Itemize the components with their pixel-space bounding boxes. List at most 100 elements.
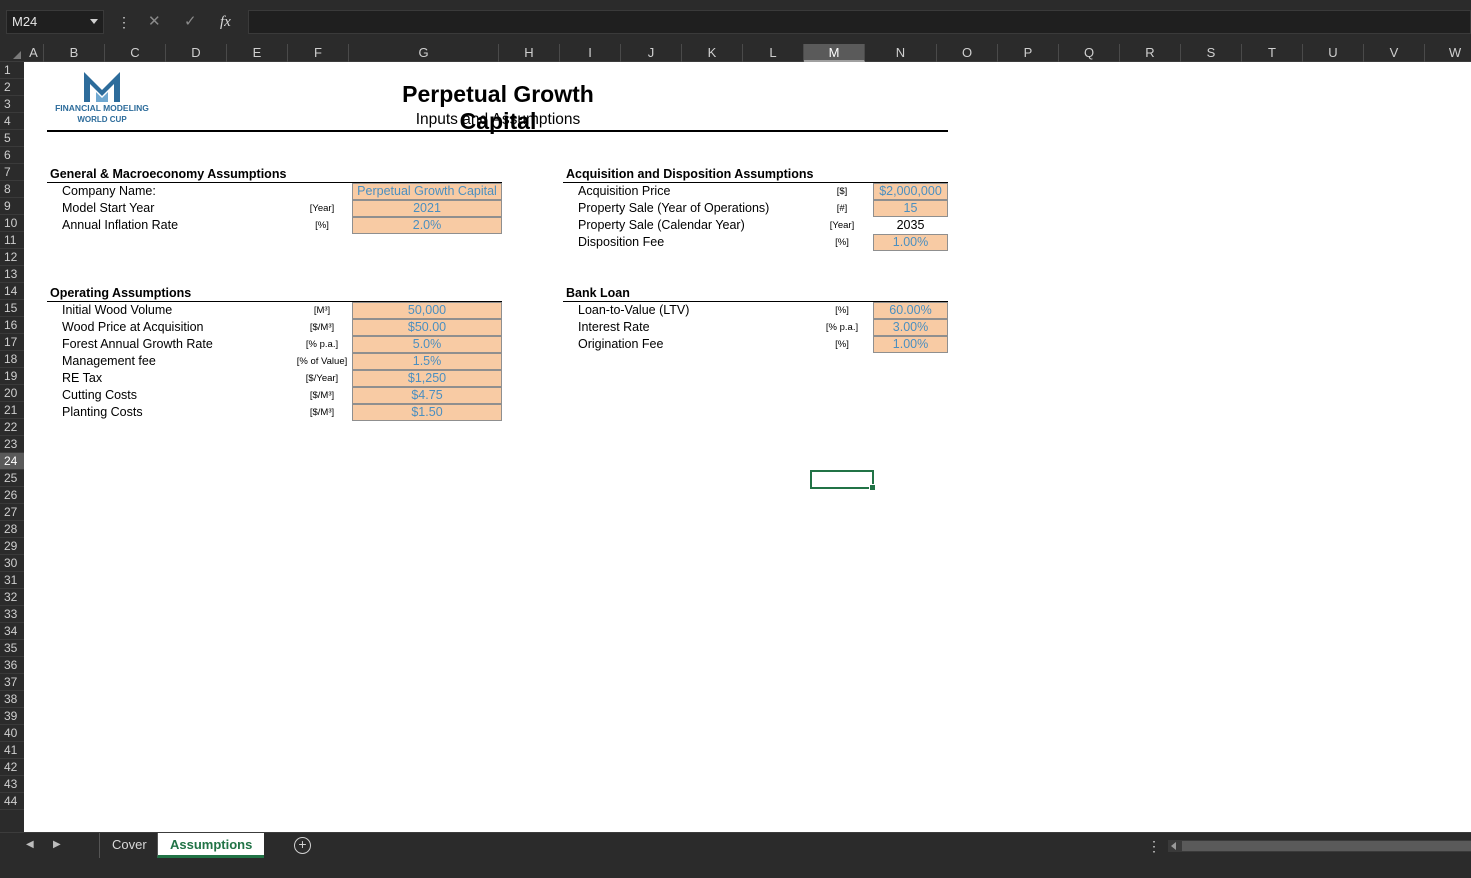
row-header-38[interactable]: 38 [0, 691, 24, 708]
row-header-21[interactable]: 21 [0, 402, 24, 419]
column-header-l[interactable]: L [743, 44, 804, 62]
row-header-14[interactable]: 14 [0, 283, 24, 300]
select-all-corner[interactable] [0, 44, 24, 62]
worksheet-grid[interactable]: FINANCIAL MODELING WORLD CUP Perpetual G… [24, 62, 1471, 832]
column-header-f[interactable]: F [288, 44, 349, 62]
column-header-e[interactable]: E [227, 44, 288, 62]
row-header-26[interactable]: 26 [0, 487, 24, 504]
column-header-p[interactable]: P [998, 44, 1059, 62]
operating-input-cell[interactable]: $1,250 [352, 370, 502, 387]
column-header-k[interactable]: K [682, 44, 743, 62]
column-header-v[interactable]: V [1364, 44, 1425, 62]
row-header-10[interactable]: 10 [0, 215, 24, 232]
bank_loan-input-cell[interactable]: 3.00% [873, 319, 948, 336]
column-header-a[interactable]: A [24, 44, 44, 62]
bank_loan-input-cell[interactable]: 1.00% [873, 336, 948, 353]
general-input-cell[interactable]: 2.0% [352, 217, 502, 234]
row-header-17[interactable]: 17 [0, 334, 24, 351]
row-header-36[interactable]: 36 [0, 657, 24, 674]
row-header-18[interactable]: 18 [0, 351, 24, 368]
row-header-33[interactable]: 33 [0, 606, 24, 623]
row-header-41[interactable]: 41 [0, 742, 24, 759]
operating-input-cell[interactable]: $4.75 [352, 387, 502, 404]
row-header-25[interactable]: 25 [0, 470, 24, 487]
operating-input-cell[interactable]: 5.0% [352, 336, 502, 353]
row-header-22[interactable]: 22 [0, 419, 24, 436]
acquisition-input-cell[interactable]: 1.00% [873, 234, 948, 251]
row-header-34[interactable]: 34 [0, 623, 24, 640]
column-header-t[interactable]: T [1242, 44, 1303, 62]
add-sheet-icon[interactable]: + [294, 837, 311, 854]
operating-input-cell[interactable]: $1.50 [352, 404, 502, 421]
row-header-6[interactable]: 6 [0, 147, 24, 164]
general-input-cell[interactable]: 2021 [352, 200, 502, 217]
row-header-4[interactable]: 4 [0, 113, 24, 130]
row-header-1[interactable]: 1 [0, 62, 24, 79]
chevron-down-icon[interactable] [90, 19, 98, 24]
scroll-tabs-right-icon[interactable]: ▶ [53, 839, 61, 850]
scroll-tabs-left-icon[interactable]: ◀ [26, 839, 34, 850]
row-header-44[interactable]: 44 [0, 793, 24, 810]
row-header-2[interactable]: 2 [0, 79, 24, 96]
scrollbar-thumb[interactable] [1182, 841, 1471, 851]
acquisition-input-cell[interactable]: $2,000,000 [873, 183, 948, 200]
row-header-12[interactable]: 12 [0, 249, 24, 266]
row-header-30[interactable]: 30 [0, 555, 24, 572]
row-header-23[interactable]: 23 [0, 436, 24, 453]
row-header-39[interactable]: 39 [0, 708, 24, 725]
column-header-q[interactable]: Q [1059, 44, 1120, 62]
check-icon[interactable]: ✓ [184, 12, 197, 32]
row-header-31[interactable]: 31 [0, 572, 24, 589]
column-header-r[interactable]: R [1120, 44, 1181, 62]
row-header-9[interactable]: 9 [0, 198, 24, 215]
sheet-tab-assumptions[interactable]: Assumptions [157, 833, 265, 858]
operating-input-cell[interactable]: 50,000 [352, 302, 502, 319]
row-header-8[interactable]: 8 [0, 181, 24, 198]
formula-input[interactable] [248, 10, 1471, 34]
more-options-icon[interactable]: ⋮ [1147, 838, 1161, 855]
more-options-icon[interactable]: ⋮ [117, 12, 131, 32]
operating-input-cell[interactable]: 1.5% [352, 353, 502, 370]
column-header-c[interactable]: C [105, 44, 166, 62]
acquisition-input-cell[interactable]: 15 [873, 200, 948, 217]
column-header-j[interactable]: J [621, 44, 682, 62]
row-header-20[interactable]: 20 [0, 385, 24, 402]
sheet-tab-cover[interactable]: Cover [99, 833, 159, 858]
horizontal-scrollbar[interactable] [1168, 840, 1471, 852]
row-header-16[interactable]: 16 [0, 317, 24, 334]
active-cell-m24[interactable] [810, 470, 876, 491]
row-header-37[interactable]: 37 [0, 674, 24, 691]
column-header-b[interactable]: B [44, 44, 105, 62]
operating-input-cell[interactable]: $50.00 [352, 319, 502, 336]
column-header-n[interactable]: N [865, 44, 937, 62]
insert-function-icon[interactable]: fx [220, 12, 231, 32]
row-header-24[interactable]: 24 [0, 453, 24, 470]
row-header-28[interactable]: 28 [0, 521, 24, 538]
row-header-32[interactable]: 32 [0, 589, 24, 606]
column-header-o[interactable]: O [937, 44, 998, 62]
row-header-11[interactable]: 11 [0, 232, 24, 249]
row-header-15[interactable]: 15 [0, 300, 24, 317]
name-box[interactable]: M24 [6, 10, 104, 34]
row-header-13[interactable]: 13 [0, 266, 24, 283]
column-header-g[interactable]: G [349, 44, 499, 62]
column-header-d[interactable]: D [166, 44, 227, 62]
general-input-cell[interactable]: Perpetual Growth Capital [352, 183, 502, 200]
bank_loan-input-cell[interactable]: 60.00% [873, 302, 948, 319]
row-header-42[interactable]: 42 [0, 759, 24, 776]
cancel-icon[interactable]: ✕ [148, 12, 161, 32]
row-header-29[interactable]: 29 [0, 538, 24, 555]
row-header-35[interactable]: 35 [0, 640, 24, 657]
column-header-u[interactable]: U [1303, 44, 1364, 62]
scroll-left-icon[interactable] [1171, 842, 1176, 850]
column-header-w[interactable]: W [1425, 44, 1471, 62]
row-header-43[interactable]: 43 [0, 776, 24, 793]
acquisition-value-cell[interactable]: 2035 [873, 217, 948, 234]
row-header-7[interactable]: 7 [0, 164, 24, 181]
column-header-m[interactable]: M [804, 44, 865, 62]
column-header-i[interactable]: I [560, 44, 621, 62]
column-header-h[interactable]: H [499, 44, 560, 62]
row-header-3[interactable]: 3 [0, 96, 24, 113]
row-header-27[interactable]: 27 [0, 504, 24, 521]
column-header-s[interactable]: S [1181, 44, 1242, 62]
